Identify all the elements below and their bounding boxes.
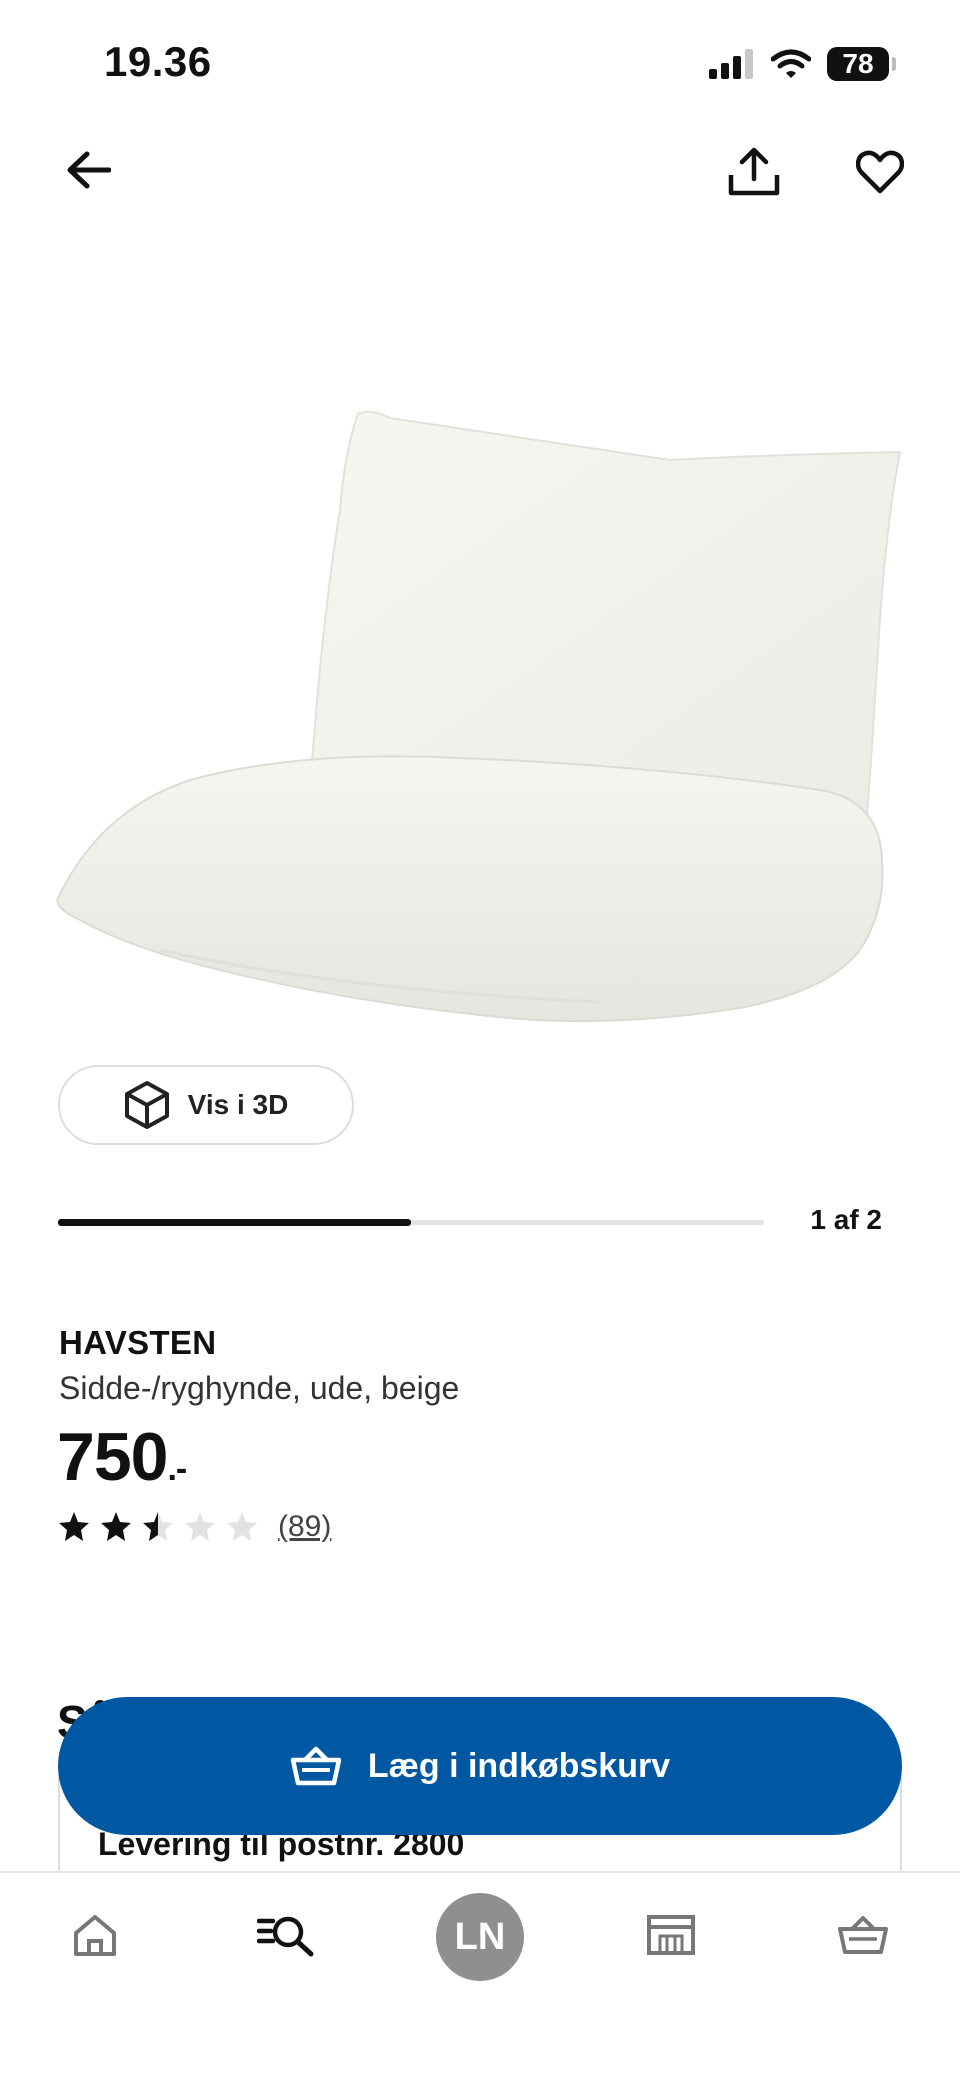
cellular-signal-icon bbox=[709, 49, 753, 79]
status-time: 19.36 bbox=[104, 38, 212, 85]
share-button[interactable] bbox=[722, 140, 786, 204]
view-3d-label: Vis i 3D bbox=[187, 1089, 289, 1120]
rating-star-icon bbox=[101, 1512, 131, 1541]
rating-star-icon bbox=[143, 1512, 173, 1541]
heart-icon bbox=[856, 150, 904, 194]
store-icon bbox=[647, 1915, 695, 1955]
product-description: Sidde-/ryghynde, ude, beige bbox=[59, 1370, 460, 1406]
rating-star-icon bbox=[185, 1512, 215, 1541]
status-icons: 78 bbox=[709, 44, 896, 84]
view-3d-button[interactable]: Vis i 3D bbox=[58, 1065, 354, 1145]
basket-nav-icon bbox=[838, 1916, 888, 1954]
battery-level: 78 bbox=[827, 47, 889, 81]
home-icon bbox=[74, 1915, 116, 1956]
favorite-button[interactable] bbox=[848, 140, 912, 204]
product-price: 750.- bbox=[57, 1418, 187, 1496]
search-list-icon bbox=[257, 1916, 314, 1957]
add-to-cart-button[interactable]: Læg i indkøbskurv bbox=[58, 1697, 902, 1835]
price-suffix: .- bbox=[167, 1450, 187, 1488]
wifi-icon bbox=[771, 49, 811, 78]
back-button[interactable] bbox=[58, 140, 118, 200]
review-count-link[interactable]: (89) bbox=[278, 1510, 331, 1544]
price-value: 750 bbox=[57, 1419, 168, 1495]
gallery-position: 1 af 2 bbox=[810, 1204, 882, 1235]
basket-icon bbox=[290, 1746, 342, 1786]
gallery-progress-fill bbox=[58, 1219, 411, 1226]
nav-search[interactable] bbox=[242, 1890, 332, 1980]
rating-star-icon bbox=[59, 1512, 89, 1541]
nav-home[interactable] bbox=[50, 1890, 140, 1980]
arrow-left-icon bbox=[67, 151, 111, 189]
rating-star-icon bbox=[227, 1512, 257, 1541]
nav-cart[interactable] bbox=[818, 1890, 908, 1980]
nav-stores[interactable] bbox=[626, 1890, 716, 1980]
product-image[interactable] bbox=[40, 390, 920, 1060]
rating-stars[interactable]: (89) bbox=[58, 1510, 331, 1544]
cube-3d-icon bbox=[124, 1081, 169, 1129]
share-icon bbox=[728, 147, 780, 196]
battery-indicator: 78 bbox=[827, 47, 896, 81]
add-to-cart-label: Læg i indkøbskurv bbox=[367, 1746, 671, 1785]
product-brand: HAVSTEN bbox=[59, 1324, 217, 1361]
nav-profile-avatar[interactable]: LN bbox=[436, 1893, 524, 1981]
